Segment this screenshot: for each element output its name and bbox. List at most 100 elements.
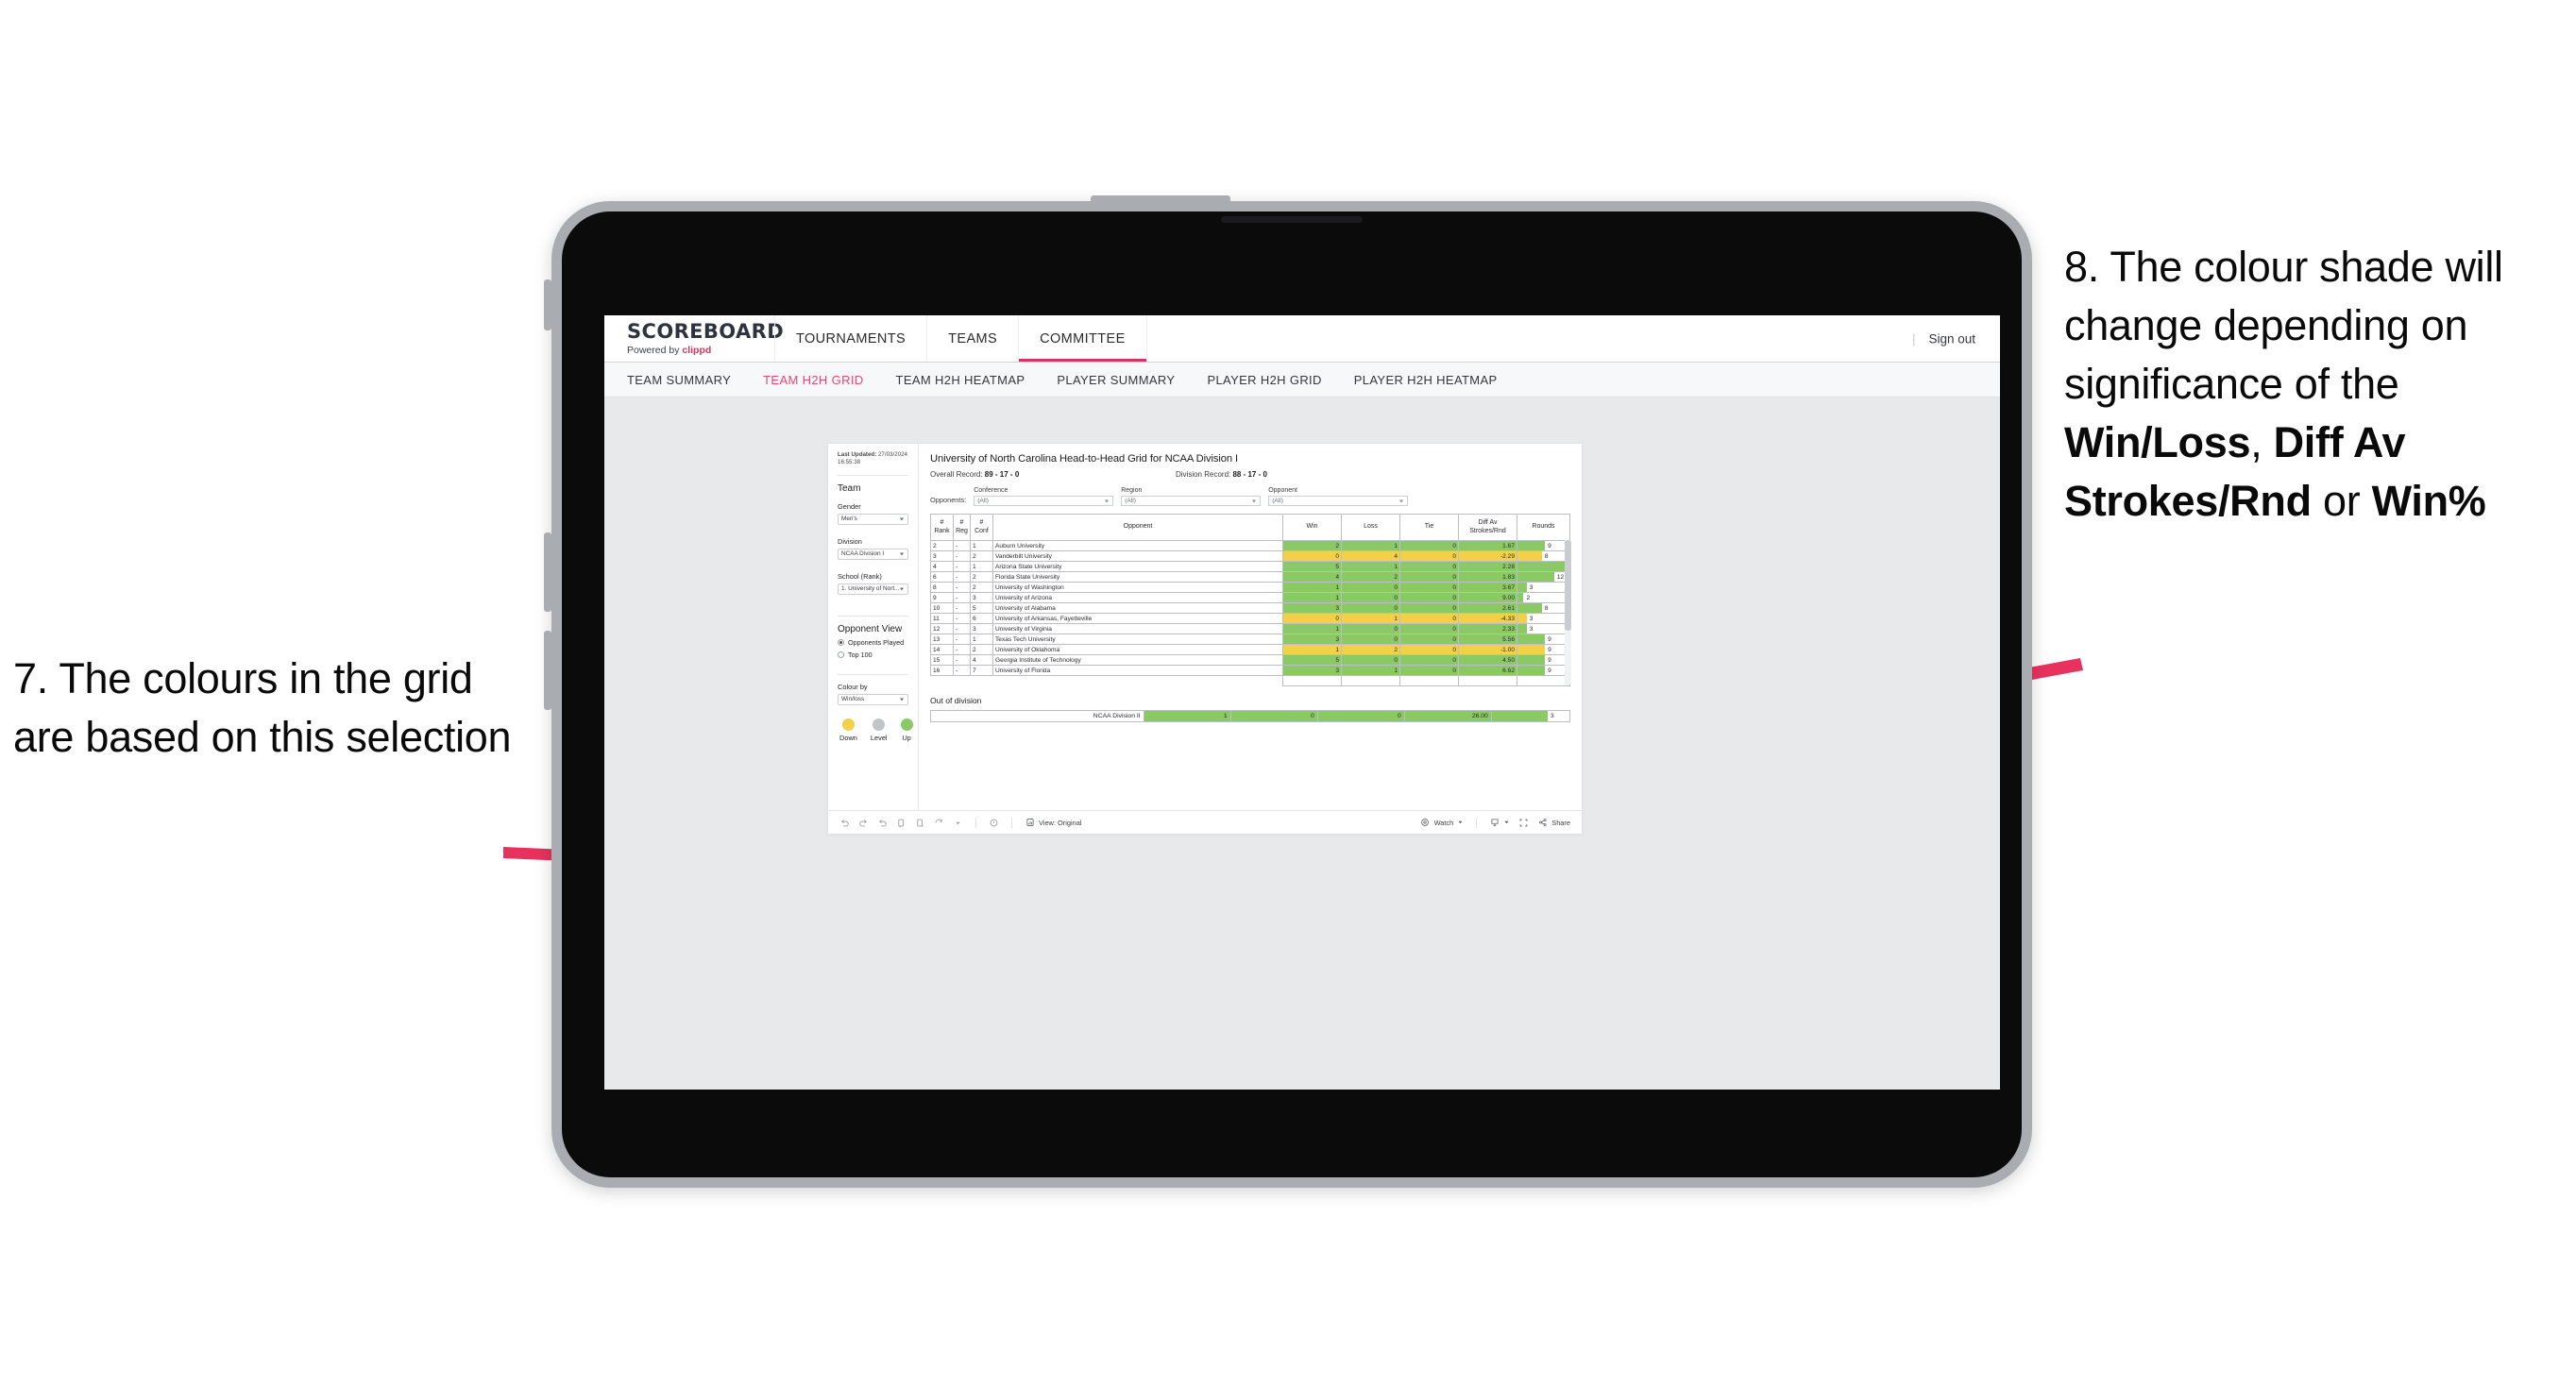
table-row[interactable]: 14-2 University of Oklahoma 1 2 0 -1.00 9	[930, 644, 1570, 655]
rounds-value: 9	[1548, 542, 1551, 549]
nav-tab-committee[interactable]: COMMITTEE	[1018, 315, 1147, 362]
side-button-1[interactable]	[544, 279, 551, 330]
cell-opponent: Texas Tech University	[992, 634, 1283, 645]
power-button[interactable]	[1091, 195, 1230, 203]
download-button[interactable]	[1489, 818, 1510, 828]
rounds-bar	[1517, 562, 1569, 571]
cell-loss: 0	[1341, 634, 1400, 645]
radio-icon	[838, 651, 844, 658]
custom-view-icon[interactable]	[934, 818, 944, 828]
subtab-team-h2h-heatmap[interactable]: TEAM H2H HEATMAP	[896, 373, 1025, 387]
cell-rank: 13	[930, 634, 954, 645]
filter-region-select[interactable]: (All)	[1121, 496, 1262, 506]
nav-tab-teams[interactable]: TEAMS	[926, 315, 1018, 362]
table-row[interactable]: 16-7 University of Florida 3 1 0 6.62 9	[930, 665, 1570, 676]
redo-icon[interactable]	[858, 818, 869, 828]
share-button[interactable]: Share	[1537, 818, 1570, 828]
cell-loss: 4	[1341, 550, 1400, 562]
chevron-down-icon	[1503, 819, 1510, 827]
col-conf: # Conf	[970, 514, 993, 541]
cell-rounds: 8	[1517, 550, 1570, 562]
cell-tie: 0	[1399, 623, 1459, 634]
overall-record-value: 89 - 17 - 0	[984, 470, 1020, 479]
subtab-player-h2h-heatmap[interactable]: PLAYER H2H HEATMAP	[1354, 373, 1498, 387]
ood-tie: 0	[1316, 710, 1405, 722]
chevron-down-icon	[1399, 499, 1404, 502]
grid-scrollbar-thumb[interactable]	[1565, 540, 1571, 631]
nav-tab-tournaments[interactable]: TOURNAMENTS	[774, 315, 926, 362]
cell-reg: -	[953, 592, 971, 603]
volume-down-button[interactable]	[544, 631, 551, 710]
overall-record-label: Overall Record:	[930, 470, 985, 479]
radio-opponents-played[interactable]: Opponents Played	[838, 638, 908, 647]
filter-conference-select[interactable]: (All)	[974, 496, 1114, 506]
division-record-value: 88 - 17 - 0	[1232, 470, 1267, 479]
cell-win: 1	[1282, 623, 1342, 634]
cell-diff: 4.50	[1458, 654, 1517, 666]
out-of-division-row: NCAA Division II 1 0 0 26.00 3	[930, 710, 1571, 722]
rounds-bar	[1517, 645, 1546, 654]
brand-logo[interactable]: SCOREBOARD Powered by clippd	[604, 321, 784, 356]
division-select[interactable]: NCAA Division I	[838, 548, 908, 560]
revert-icon[interactable]	[877, 818, 888, 828]
subtab-player-summary[interactable]: PLAYER SUMMARY	[1057, 373, 1175, 387]
watch-button[interactable]: Watch	[1420, 818, 1465, 828]
table-row[interactable]: 11-6 University of Arkansas, Fayetteville…	[930, 613, 1570, 624]
rounds-value: 8	[1544, 552, 1549, 560]
legend-label-down: Down	[839, 733, 857, 742]
table-row[interactable]: 6-2 Florida State University 4 2 0 1.83 12	[930, 571, 1570, 583]
subtab-team-summary[interactable]: TEAM SUMMARY	[627, 373, 731, 387]
table-row[interactable]: 2-1 Auburn University 2 1 0 1.67 9	[930, 540, 1570, 551]
cell-rank: 9	[930, 592, 954, 603]
cell-win: 4	[1282, 571, 1342, 583]
filter-opponent: Opponent (All)	[1268, 487, 1409, 506]
cell-reg: -	[953, 571, 971, 583]
ood-rounds: 3	[1490, 710, 1571, 722]
cell-reg: -	[953, 540, 971, 551]
table-row[interactable]: 8-2 University of Washington 1 0 0 3.67 3	[930, 582, 1570, 593]
cell-diff: 6.62	[1458, 665, 1517, 676]
volume-up-button[interactable]	[544, 532, 551, 612]
col-rounds: Rounds	[1517, 514, 1570, 541]
chevron-down-icon	[1457, 819, 1464, 827]
pause-icon[interactable]	[915, 818, 925, 828]
chevron-down-icon[interactable]	[953, 818, 963, 828]
cell-win: 3	[1282, 634, 1342, 645]
table-row[interactable]: 3-2 Vanderbilt University 0 4 0 -2.29 8	[930, 550, 1570, 562]
sign-out-link[interactable]: Sign out	[1928, 331, 1975, 346]
blank-cell	[1517, 675, 1570, 686]
table-row[interactable]: 4-1Arizona State University5102.2817	[930, 561, 1570, 572]
view-original-button[interactable]: View: Original	[1025, 818, 1081, 828]
undo-icon[interactable]	[839, 818, 850, 828]
chevron-down-icon	[1252, 499, 1257, 502]
alert-icon[interactable]	[989, 818, 999, 828]
annotation-8-bold-winpct: Win%	[2371, 477, 2486, 526]
ood-loss: 0	[1229, 710, 1318, 722]
subtab-team-h2h-grid[interactable]: TEAM H2H GRID	[763, 373, 863, 387]
table-row[interactable]: 12-3 University of Virginia 1 0 0 2.33 3	[930, 623, 1570, 634]
table-row[interactable]: 15-4 Georgia Institute of Technology 5 0 0 4.…	[930, 654, 1570, 666]
division-label: Division	[838, 536, 862, 546]
h2h-grid-scroll[interactable]: # Rank # Reg # Conf Opponent Win Loss Tie D…	[930, 514, 1571, 686]
radio-top-100[interactable]: Top 100	[838, 651, 908, 659]
h2h-grid-body: 2-1 Auburn University 2 1 0 1.67 9 3-2 Vanderbil…	[930, 540, 1570, 686]
rounds-bar	[1517, 614, 1527, 623]
cell-rounds: 9	[1517, 634, 1570, 645]
cell-rounds: 3	[1517, 582, 1570, 593]
colour-by-select[interactable]: Win/loss	[838, 693, 908, 705]
table-row[interactable]: 10-5 University of Alabama 3 0 0 2.61 8	[930, 602, 1570, 614]
rounds-bar	[1517, 655, 1546, 665]
chevron-down-icon	[900, 698, 904, 701]
cell-tie: 0	[1399, 654, 1459, 666]
cell-opponent: Vanderbilt University	[992, 550, 1283, 562]
filter-opponent-select[interactable]: (All)	[1268, 496, 1409, 506]
school-select[interactable]: 1. University of Nort...	[838, 583, 908, 595]
refresh-icon[interactable]	[896, 818, 907, 828]
fullscreen-icon[interactable]	[1518, 818, 1529, 828]
table-row[interactable]: 13-1 Texas Tech University 3 0 0 5.56 9	[930, 634, 1570, 645]
cell-rank: 6	[930, 571, 954, 583]
gender-select[interactable]: Men's	[838, 513, 908, 525]
subtab-player-h2h-grid[interactable]: PLAYER H2H GRID	[1207, 373, 1321, 387]
cell-conf: 4	[970, 654, 993, 666]
table-row[interactable]: 9-3 University of Arizona 1 0 0 9.00 2	[930, 592, 1570, 603]
